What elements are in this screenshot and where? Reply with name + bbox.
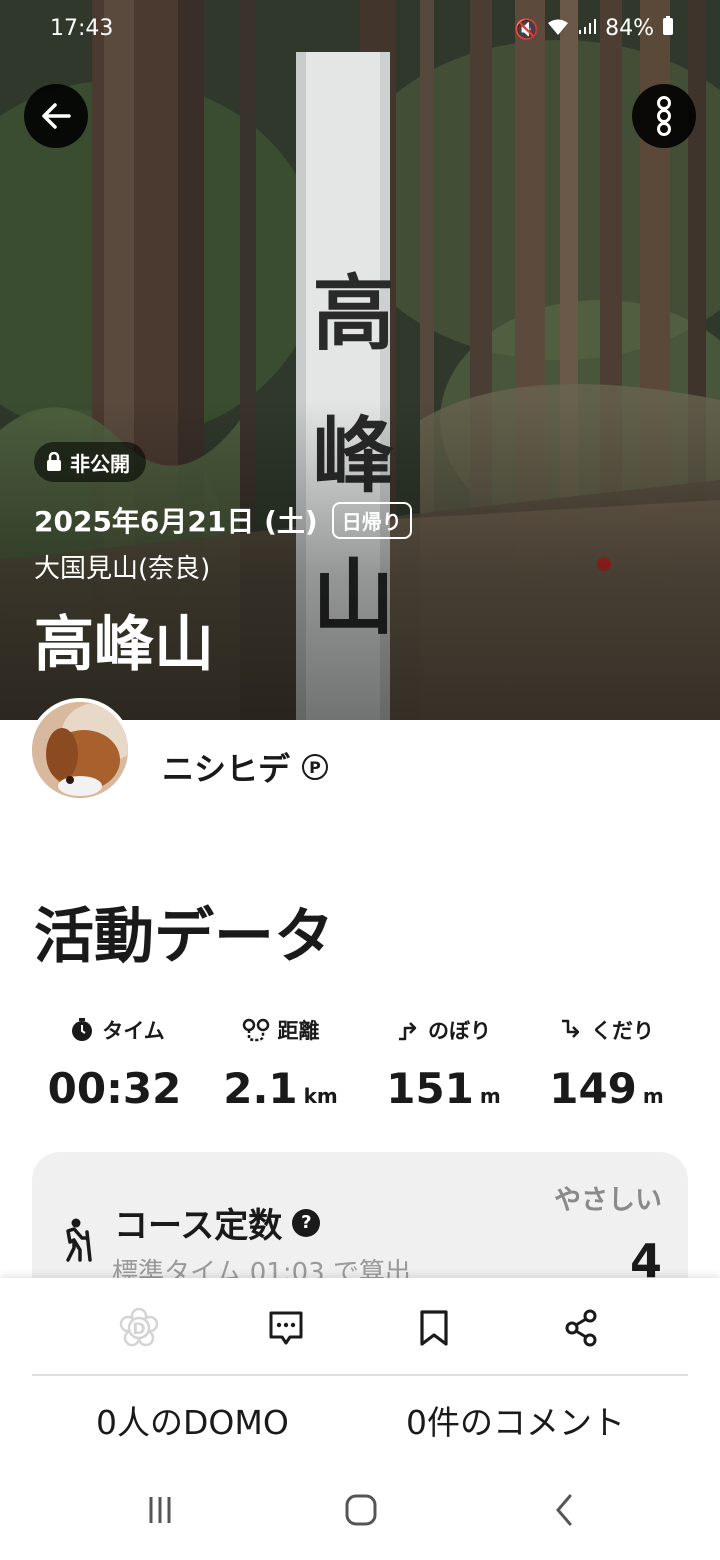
home-icon: [345, 1494, 377, 1526]
user-row[interactable]: ニシヒデ P: [162, 744, 329, 790]
dog-avatar-image: [32, 702, 128, 798]
private-label: 非公開: [70, 451, 130, 476]
stat-label: 距離: [277, 1019, 320, 1043]
domo-flower-icon: D: [119, 1307, 159, 1347]
hiker-icon: [66, 1218, 92, 1262]
action-panel: D 0人のDOMO 0件のコメント: [0, 1278, 720, 1560]
comment-icon: [269, 1311, 303, 1345]
more-vertical-icon: [657, 96, 671, 136]
stat-ascent: のぼり 151 m: [362, 1012, 525, 1113]
domo-button[interactable]: D: [111, 1300, 167, 1356]
arrow-left-icon: [42, 103, 71, 129]
recent-apps-icon: [149, 1497, 171, 1523]
help-icon[interactable]: ?: [292, 1208, 321, 1237]
bookmark-button[interactable]: [406, 1300, 462, 1356]
reaction-counts: 0人のDOMO 0件のコメント: [0, 1396, 720, 1446]
lock-icon: [47, 452, 61, 471]
private-badge: 非公開: [34, 442, 146, 482]
stat-distance: 距離 2.1 km: [199, 1012, 362, 1113]
domo-count-link[interactable]: 0人のDOMO: [96, 1396, 289, 1444]
route-icon: [242, 1018, 269, 1042]
domo-glyph: D: [132, 1319, 145, 1338]
course-title: コース定数: [114, 1206, 283, 1246]
stat-value: 149: [549, 1064, 637, 1113]
home-button[interactable]: [337, 1486, 385, 1534]
stat-time: タイム 00:32: [36, 1012, 199, 1113]
system-back-button[interactable]: [540, 1486, 588, 1534]
stat-value: 151: [386, 1064, 474, 1113]
battery-level: 84%: [605, 16, 654, 41]
trip-type-badge: 日帰り: [331, 501, 412, 539]
stat-unit: m: [479, 1084, 501, 1108]
divider: [32, 1374, 688, 1376]
hero-photo: 高峰山 17:43 🔇 84%: [0, 0, 720, 720]
comment-count-link[interactable]: 0件のコメント: [406, 1396, 625, 1444]
system-navigation-bar: [0, 1478, 720, 1542]
back-button[interactable]: [24, 84, 88, 148]
difficulty-label: やさしい: [554, 1185, 662, 1216]
status-bar: 17:43 🔇 84%: [0, 0, 720, 60]
battery-icon: [662, 16, 674, 41]
stat-unit: m: [642, 1084, 664, 1108]
recent-apps-button[interactable]: [136, 1486, 184, 1534]
status-time: 17:43: [50, 16, 114, 41]
premium-badge: P: [302, 754, 329, 780]
wifi-icon: [547, 17, 569, 41]
bookmark-icon: [420, 1310, 448, 1346]
share-button[interactable]: [553, 1300, 609, 1356]
activity-section-title: 活動データ: [34, 902, 334, 972]
comment-button[interactable]: [258, 1300, 314, 1356]
chevron-left-icon: [556, 1494, 572, 1526]
action-bar: D: [0, 1300, 720, 1356]
ascent-icon: [399, 1022, 417, 1041]
signal-icon: [577, 17, 597, 41]
stat-label: タイム: [102, 1019, 165, 1043]
stat-value: 00:32: [47, 1064, 182, 1113]
mute-icon: 🔇: [514, 16, 540, 41]
activity-stats: タイム 00:32 距離 2.1 km のぼり 151 m くだり 149 m: [36, 1012, 688, 1113]
stat-value: 2.1: [223, 1064, 298, 1113]
avatar[interactable]: [28, 698, 132, 802]
activity-date: 2025年6月21日 (土): [34, 505, 318, 538]
stopwatch-icon: [72, 1018, 93, 1041]
area-name: 大国見山(奈良): [34, 554, 211, 584]
status-icons: 🔇 84%: [514, 16, 674, 41]
stat-label: のぼり: [428, 1019, 491, 1043]
stat-label: くだり: [591, 1019, 654, 1043]
stat-descent: くだり 149 m: [525, 1012, 688, 1113]
user-name: ニシヒデ: [162, 750, 291, 788]
more-options-button[interactable]: [632, 84, 696, 148]
date-line: 2025年6月21日 (土) 日帰り: [34, 500, 412, 540]
share-icon: [565, 1309, 597, 1347]
mountain-title: 高峰山: [34, 610, 214, 680]
stat-unit: km: [303, 1084, 338, 1108]
descent-icon: [562, 1019, 580, 1038]
